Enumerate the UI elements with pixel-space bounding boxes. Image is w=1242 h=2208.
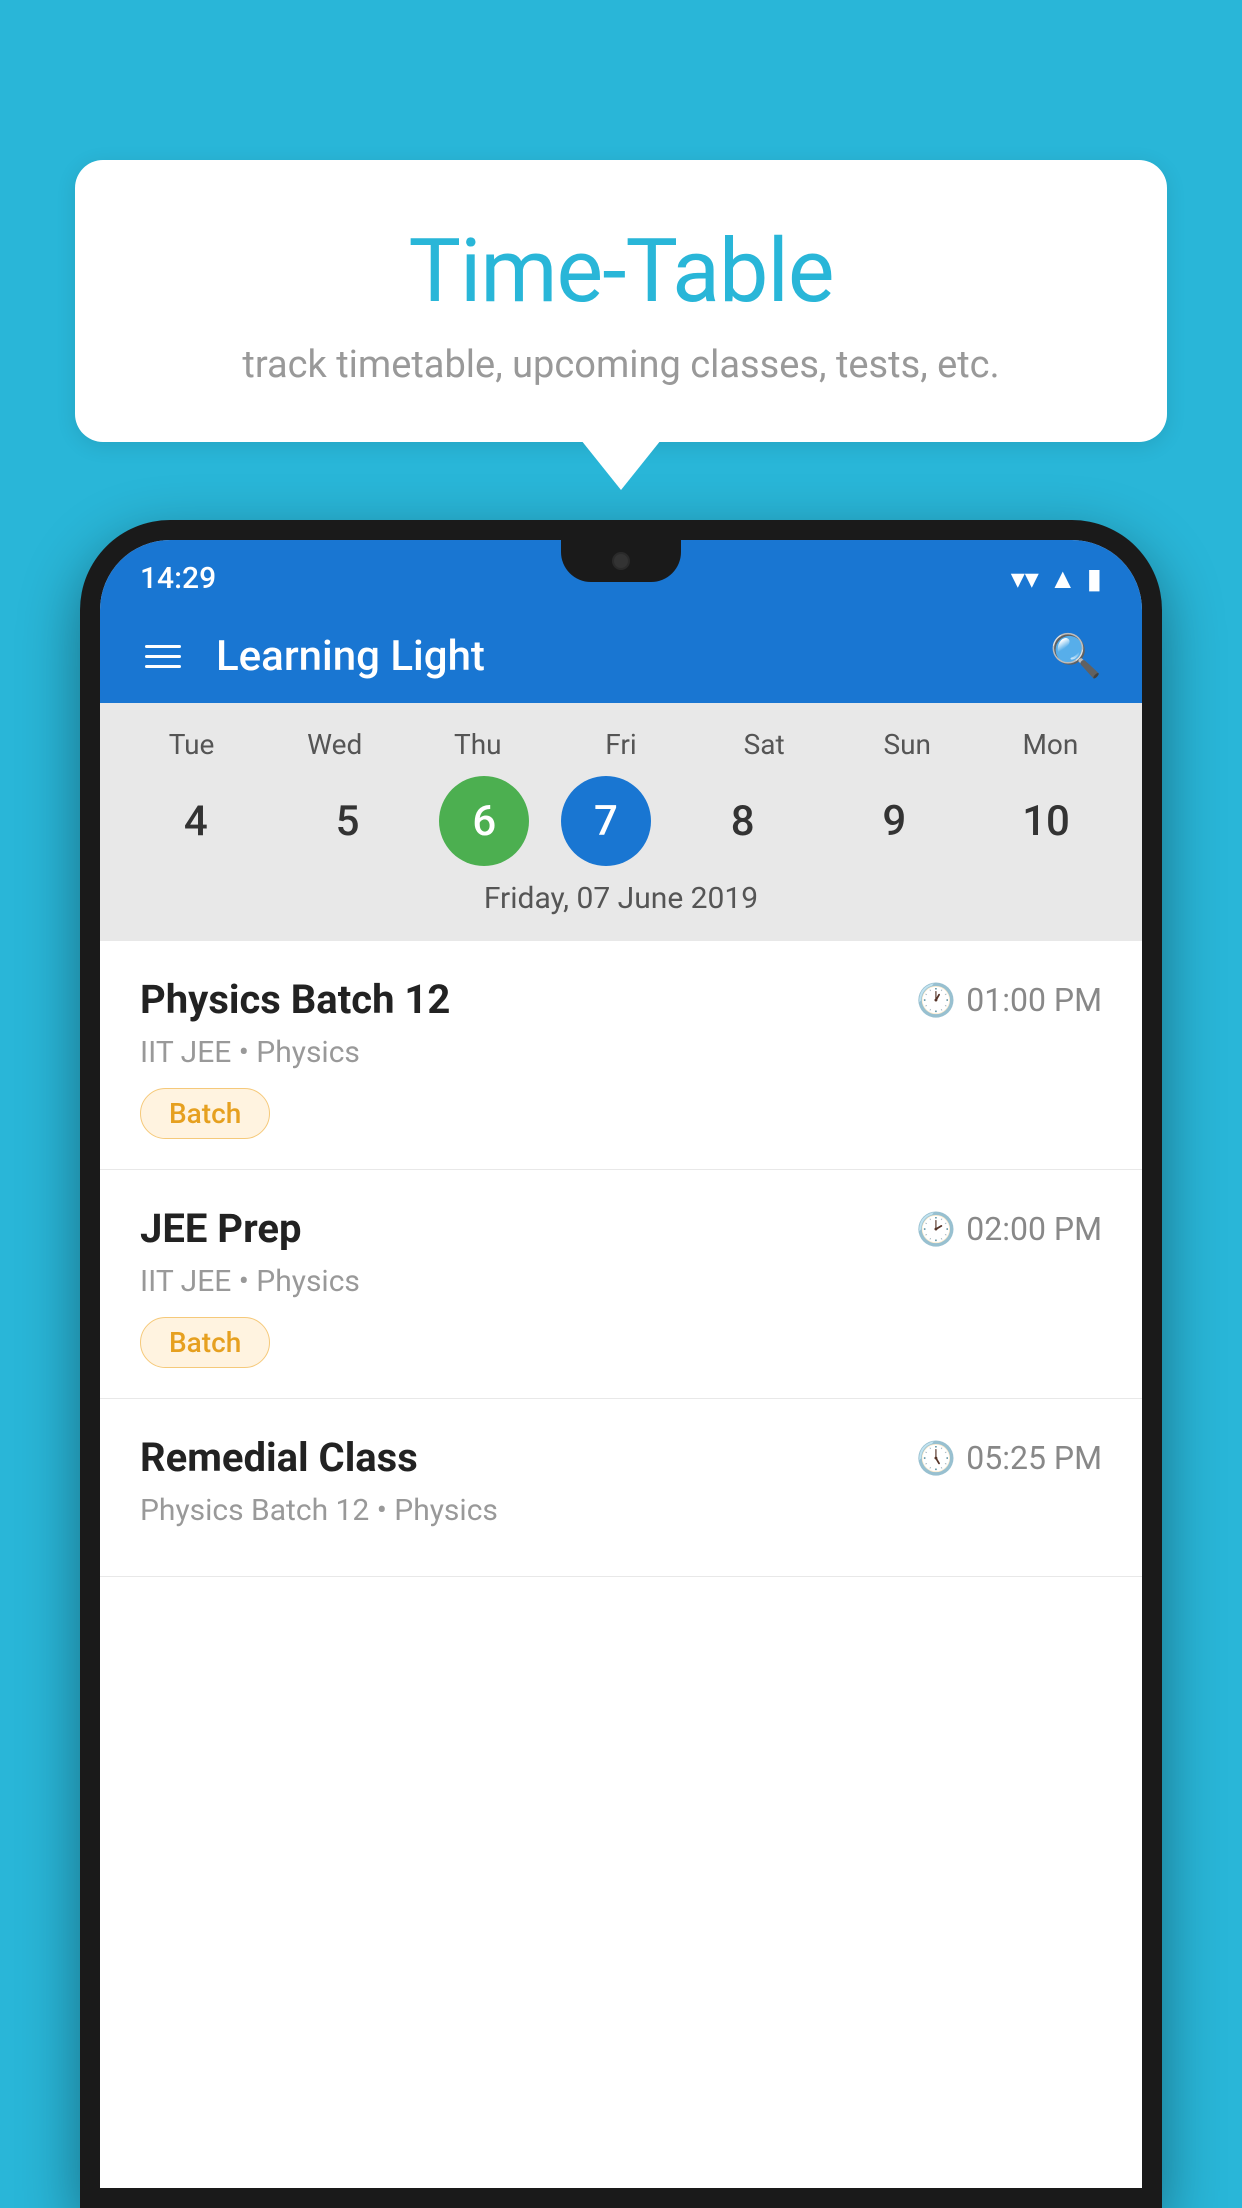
clock-icon-1: 🕐: [916, 981, 956, 1019]
schedule-item-2-time: 🕑 02:00 PM: [916, 1210, 1102, 1248]
days-row: Tue Wed Thu Fri Sat Sun Mon: [120, 728, 1122, 761]
dates-row: 4 5 6 7 8 9 10: [120, 776, 1122, 866]
tooltip-title: Time-Table: [125, 220, 1117, 323]
schedule-item-2[interactable]: JEE Prep 🕑 02:00 PM IIT JEE • Physics Ba…: [100, 1170, 1142, 1399]
search-icon[interactable]: 🔍: [1050, 632, 1102, 681]
wifi-icon: ▾▾: [1011, 562, 1039, 595]
schedule-item-2-title: JEE Prep: [140, 1205, 301, 1252]
schedule-item-1[interactable]: Physics Batch 12 🕐 01:00 PM IIT JEE • Ph…: [100, 941, 1142, 1170]
schedule-item-3-time: 🕔 05:25 PM: [916, 1439, 1102, 1477]
date-9[interactable]: 9: [834, 776, 954, 866]
schedule-item-1-header: Physics Batch 12 🕐 01:00 PM: [140, 976, 1102, 1023]
notch: [561, 540, 681, 582]
schedule-item-2-time-value: 02:00 PM: [966, 1210, 1102, 1248]
schedule-item-2-header: JEE Prep 🕑 02:00 PM: [140, 1205, 1102, 1252]
schedule-item-1-title: Physics Batch 12: [140, 976, 450, 1023]
date-6-today[interactable]: 6: [439, 776, 529, 866]
schedule-item-3[interactable]: Remedial Class 🕔 05:25 PM Physics Batch …: [100, 1399, 1142, 1577]
day-sat: Sat: [704, 728, 824, 761]
status-time: 14:29: [140, 561, 216, 596]
date-4[interactable]: 4: [136, 776, 256, 866]
schedule-item-1-badge[interactable]: Batch: [140, 1088, 270, 1139]
date-8[interactable]: 8: [683, 776, 803, 866]
schedule-item-1-subtitle: IIT JEE • Physics: [140, 1035, 1102, 1070]
date-5[interactable]: 5: [288, 776, 408, 866]
schedule-item-2-badge[interactable]: Batch: [140, 1317, 270, 1368]
date-10[interactable]: 10: [986, 776, 1106, 866]
status-icons: ▾▾ ▲ ▮: [1011, 562, 1102, 595]
battery-icon: ▮: [1087, 562, 1102, 595]
schedule-item-2-subtitle: IIT JEE • Physics: [140, 1264, 1102, 1299]
signal-icon: ▲: [1049, 562, 1077, 595]
phone-screen: 14:29 ▾▾ ▲ ▮ Learning Light 🔍 Tue: [100, 540, 1142, 2188]
day-fri: Fri: [561, 728, 681, 761]
tooltip-subtitle: track timetable, upcoming classes, tests…: [125, 343, 1117, 387]
selected-date-label: Friday, 07 June 2019: [120, 881, 1122, 926]
date-7-selected[interactable]: 7: [561, 776, 651, 866]
status-bar: 14:29 ▾▾ ▲ ▮: [100, 540, 1142, 610]
day-tue: Tue: [132, 728, 252, 761]
phone-frame: 14:29 ▾▾ ▲ ▮ Learning Light 🔍 Tue: [80, 520, 1162, 2208]
tooltip-card: Time-Table track timetable, upcoming cla…: [75, 160, 1167, 442]
clock-icon-3: 🕔: [916, 1439, 956, 1477]
schedule-item-3-title: Remedial Class: [140, 1434, 418, 1481]
day-wed: Wed: [275, 728, 395, 761]
camera-dot: [612, 552, 630, 570]
app-title: Learning Light: [216, 632, 1020, 681]
clock-icon-2: 🕑: [916, 1210, 956, 1248]
day-mon: Mon: [990, 728, 1110, 761]
schedule-item-3-subtitle: Physics Batch 12 • Physics: [140, 1493, 1102, 1528]
schedule-item-3-time-value: 05:25 PM: [966, 1439, 1102, 1477]
app-bar: Learning Light 🔍: [100, 610, 1142, 703]
day-sun: Sun: [847, 728, 967, 761]
schedule-list: Physics Batch 12 🕐 01:00 PM IIT JEE • Ph…: [100, 941, 1142, 2188]
schedule-item-1-time: 🕐 01:00 PM: [916, 981, 1102, 1019]
schedule-item-3-header: Remedial Class 🕔 05:25 PM: [140, 1434, 1102, 1481]
schedule-item-1-time-value: 01:00 PM: [966, 981, 1102, 1019]
calendar-strip: Tue Wed Thu Fri Sat Sun Mon 4 5 6 7 8 9 …: [100, 703, 1142, 941]
day-thu: Thu: [418, 728, 538, 761]
hamburger-icon[interactable]: [140, 640, 186, 673]
